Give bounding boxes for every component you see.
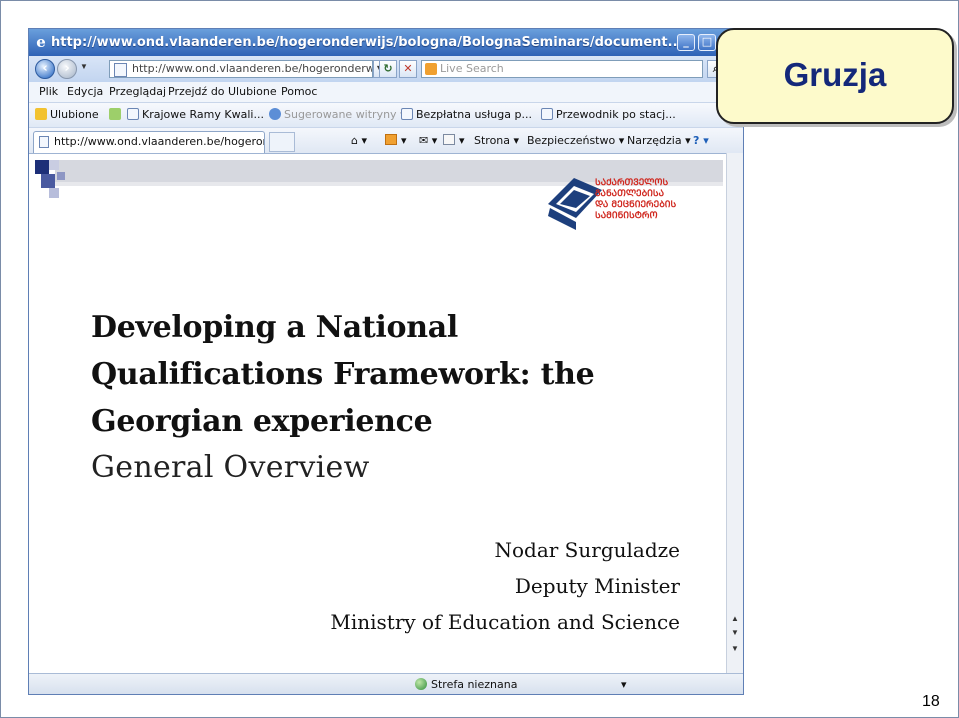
print-icon[interactable]: ▾ [443,134,465,147]
stop-icon[interactable]: ✕ [399,60,417,78]
tools-menu[interactable]: Narzędzia ▾ [627,134,691,147]
menu-bar: Plik Edycja Przeglądaj Przejdź do Ulubio… [29,82,743,102]
window-title: http://www.ond.vlaanderen.be/hogeronderw… [51,35,681,50]
menu-help[interactable]: Pomoc [281,85,317,98]
author-name: Nodar Surguladze [494,538,680,562]
logo-line: ᲡᲐᲥᲐᲠᲗᲕᲔᲚᲝᲡ [595,178,669,188]
address-bar: ‹ › ▼ http://www.ond.vlaanderen.be/hoger… [29,56,743,82]
favorites-button[interactable]: Ulubione [35,108,99,121]
favorite-link-4[interactable]: Przewodnik po stacj... [541,108,676,121]
address-url: http://www.ond.vlaanderen.be/hogeronderw… [132,62,373,75]
page-icon [401,108,413,120]
add-favorite-icon[interactable] [109,108,124,121]
safety-menu[interactable]: Bezpieczeństwo ▾ [527,134,624,147]
new-tab-button[interactable] [269,132,295,152]
command-label: Narzędzia [627,134,682,147]
page-number: 18 [922,693,940,710]
callout-title: Gruzja [783,56,887,93]
logo-line: ᲓᲐ ᲛᲔᲪᲜᲘᲔᲠᲔᲑᲘᲡ [595,200,677,210]
document-page: ᲡᲐᲥᲐᲠᲗᲕᲔᲚᲝᲡ ᲒᲐᲜᲐᲗᲚᲔᲑᲘᲡᲐ ᲓᲐ ᲛᲔᲪᲜᲘᲔᲠᲔᲑᲘᲡ Ს… [29,153,726,674]
address-input[interactable]: http://www.ond.vlaanderen.be/hogeronderw… [109,60,373,78]
window-titlebar: e http://www.ond.vlaanderen.be/hogeronde… [29,29,743,56]
security-zone: Strefa nieznana [431,678,518,691]
menu-file[interactable]: Plik [39,85,58,98]
author-ministry: Ministry of Education and Science [330,610,680,634]
globe-icon [415,678,427,690]
vertical-scrollbar[interactable]: ▲ ▼ ▼ [726,153,743,673]
zoom-icon[interactable]: ▾ [621,678,635,691]
slide-callout: Gruzja [716,28,954,124]
page-icon [114,63,127,77]
refresh-icon[interactable]: ↻ [379,60,397,78]
command-bar: http://www.ond.vlaanderen.be/hogeronder.… [29,127,743,154]
home-icon[interactable]: ⌂ ▾ [351,134,367,147]
logo-line: ᲡᲐᲛᲘᲜᲘᲡᲢᲠᲝ [595,211,658,221]
star-icon [35,108,47,120]
page-menu[interactable]: Strona ▾ [474,134,519,147]
command-label: Bezpieczeństwo [527,134,616,147]
page-icon [541,108,553,120]
mail-icon[interactable]: ✉ ▾ [419,134,437,147]
scroll-down-icon[interactable]: ▼ [729,627,741,639]
tab-title: http://www.ond.vlaanderen.be/hogeronder.… [54,135,264,148]
favorite-label: Przewodnik po stacj... [556,108,676,121]
search-input[interactable]: Live Search [421,60,703,78]
scroll-page-down-icon[interactable]: ▼ [729,643,741,655]
minimize-button[interactable]: _ [677,34,695,51]
title-line: Georgian experience [91,404,433,439]
status-bar: Strefa nieznana ▾ [29,673,743,694]
menu-favorites[interactable]: Ulubione [228,85,277,98]
author-block: Nodar Surguladze Deputy Minister Ministr… [330,532,680,640]
favorite-link-1[interactable]: Krajowe Ramy Kwali... [127,108,264,121]
scroll-up-icon[interactable]: ▲ [729,613,741,625]
favorite-label: Bezpłatna usługa p... [416,108,532,121]
ie-icon [269,108,281,120]
menu-go[interactable]: Przejdź do [168,85,225,98]
document-subtitle: General Overview [91,450,370,485]
logo-line: ᲒᲐᲜᲐᲗᲚᲔᲑᲘᲡᲐ [595,189,665,199]
search-placeholder: Live Search [440,62,504,75]
maximize-button[interactable]: □ [698,34,716,51]
page-icon [127,108,139,120]
printer-icon [443,134,455,145]
help-icon[interactable]: ? ▾ [693,134,709,147]
ministry-logo-text: ᲡᲐᲥᲐᲠᲗᲕᲔᲚᲝᲡ ᲒᲐᲜᲐᲗᲚᲔᲑᲘᲡᲐ ᲓᲐ ᲛᲔᲪᲜᲘᲔᲠᲔᲑᲘᲡ Ს… [595,178,715,222]
history-dropdown-icon[interactable]: ▼ [80,62,88,71]
author-position: Deputy Minister [514,574,680,598]
browser-tab[interactable]: http://www.ond.vlaanderen.be/hogeronder.… [33,131,265,153]
feeds-icon[interactable]: ▾ [385,134,407,147]
browser-window: e http://www.ond.vlaanderen.be/hogeronde… [28,28,744,695]
favorite-link-3[interactable]: Bezpłatna usługa p... [401,108,532,121]
live-search-icon [425,63,437,75]
page-icon [39,136,49,148]
menu-view[interactable]: Przeglądaj [109,85,166,98]
favorites-label: Ulubione [50,108,99,121]
title-line: Qualifications Framework: the [91,357,595,392]
forward-button[interactable]: › [57,59,77,79]
ie-logo-icon: e [36,33,46,51]
title-line: Developing a National [91,310,458,345]
favorite-label: Sugerowane witryny [284,108,397,121]
document-title: Developing a National Qualifications Fra… [91,304,691,445]
back-button[interactable]: ‹ [35,59,55,79]
add-star-icon [109,108,121,120]
rss-icon [385,134,397,145]
menu-edit[interactable]: Edycja [67,85,103,98]
favorites-bar: Ulubione Krajowe Ramy Kwali... Sugerowan… [29,102,743,128]
command-label: Strona [474,134,511,147]
favorite-label: Krajowe Ramy Kwali... [142,108,264,121]
favorite-link-2[interactable]: Sugerowane witryny ▾ [269,108,406,121]
